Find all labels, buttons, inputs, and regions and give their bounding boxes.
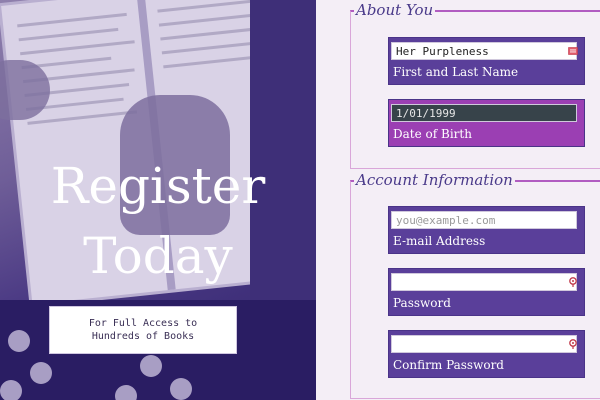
name-input[interactable] — [391, 42, 577, 60]
confirm-password-input[interactable] — [391, 335, 577, 353]
dob-input[interactable] — [391, 104, 577, 122]
hero-title-line2: Today — [83, 227, 233, 285]
password-input[interactable] — [391, 273, 577, 291]
password-label: Password — [393, 296, 451, 310]
key-icon — [569, 277, 577, 287]
hero-panel: Register Today For Full Access to Hundre… — [0, 0, 316, 400]
hero-subtitle: For Full Access to Hundreds of Books — [88, 318, 198, 342]
account-info-fieldset: Account Information E-mail Address Passw… — [350, 171, 600, 399]
about-you-legend: About You — [354, 1, 436, 19]
account-info-legend: Account Information — [354, 171, 515, 189]
email-field-group: E-mail Address — [388, 206, 585, 254]
hero-title-line1: Register — [50, 157, 266, 215]
email-label: E-mail Address — [393, 234, 486, 248]
key-icon — [569, 339, 577, 349]
confirm-password-label: Confirm Password — [393, 358, 504, 372]
dob-label: Date of Birth — [393, 127, 472, 141]
about-you-fieldset: About You First and Last Name Date of Bi… — [350, 1, 600, 169]
password-field-group: Password — [388, 268, 585, 316]
confirm-password-field-group: Confirm Password — [388, 330, 585, 378]
hero-subtitle-box: For Full Access to Hundreds of Books — [49, 306, 237, 354]
name-label: First and Last Name — [393, 65, 519, 79]
contact-card-icon — [568, 47, 578, 55]
name-field-group: First and Last Name — [388, 37, 585, 85]
dob-field-group: Date of Birth — [388, 99, 585, 147]
email-input[interactable] — [391, 211, 577, 229]
